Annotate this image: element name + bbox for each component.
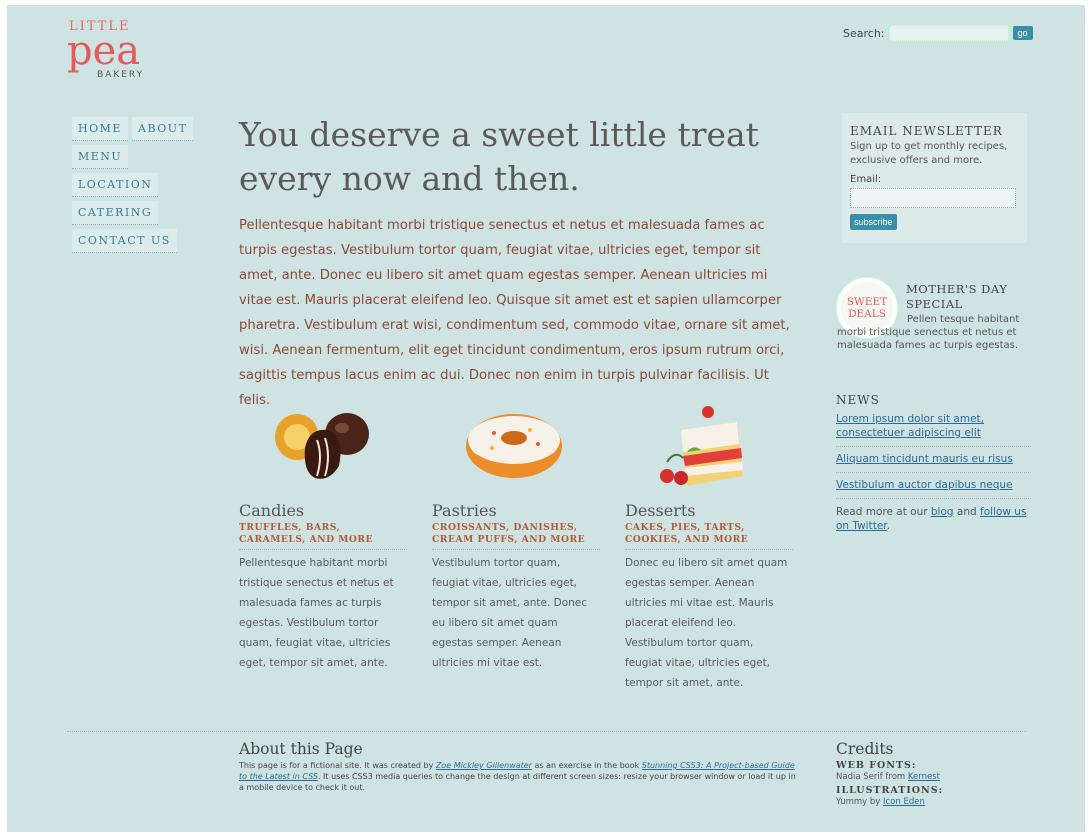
- desserts-subtitle: CAKES, PIES, TARTS, COOKIES, AND MORE: [625, 522, 793, 550]
- news-more: Read more at our blog and follow us on T…: [836, 505, 1031, 533]
- icon-eden-link[interactable]: Icon Eden: [883, 797, 925, 807]
- web-fonts-heading: WEB FONTS:: [836, 760, 917, 771]
- search-label: Search:: [843, 26, 885, 40]
- illus-text: Yummy by: [836, 797, 884, 807]
- desserts-illustration: [625, 400, 793, 495]
- nav-about[interactable]: ABOUT: [132, 117, 194, 141]
- pastries-subtitle: CROISSANTS, DANISHES, CREAM PUFFS, AND M…: [432, 522, 600, 550]
- special-title-line-1: MOTHER'S DAY: [906, 282, 1008, 296]
- news-title: NEWS: [836, 393, 880, 407]
- logo[interactable]: LITTLE pea BAKERY: [67, 19, 157, 89]
- special-title-line-2: SPECIAL: [906, 297, 963, 311]
- about-text-1: This page is for a fictional site. It wa…: [239, 761, 436, 770]
- nav-catering[interactable]: CATERING: [72, 201, 159, 225]
- about-text-2: as an exercise in the book: [531, 761, 642, 770]
- fonts-text: Nadia Serif from: [836, 772, 908, 782]
- category-desserts: Desserts CAKES, PIES, TARTS, COOKIES, AN…: [625, 400, 793, 693]
- special-title: MOTHER'S DAY SPECIAL: [906, 282, 1036, 312]
- blog-link[interactable]: blog: [931, 506, 954, 518]
- badge-line-1: SWEET: [846, 296, 888, 308]
- author-link[interactable]: Zoe Mickley Gillenwater: [436, 761, 532, 770]
- desserts-text: Donec eu libero sit amet quam egestas se…: [625, 557, 788, 689]
- search-input[interactable]: [888, 25, 1009, 41]
- candies-title: Candies: [239, 501, 305, 520]
- about-section: About this Page This page is for a ficti…: [239, 740, 799, 793]
- search-form: Search: go: [843, 25, 1033, 41]
- newsletter-title: EMAIL NEWSLETTER: [850, 124, 1003, 138]
- pastries-text: Vestibulum tortor quam, feugiat vitae, u…: [432, 557, 588, 669]
- special-text: Pellen tesque habitant morbi tristique s…: [837, 313, 1029, 352]
- about-text-3: . It uses CSS3 media queries to change t…: [239, 772, 796, 792]
- news-section: NEWS Lorem ipsum dolor sit amet, consect…: [836, 393, 1031, 533]
- kernest-link[interactable]: Kernest: [908, 772, 940, 782]
- news-link-1[interactable]: Lorem ipsum dolor sit amet, consectetuer…: [836, 407, 1031, 447]
- category-pastries: Pastries CROISSANTS, DANISHES, CREAM PUF…: [432, 400, 600, 673]
- pastries-title: Pastries: [432, 501, 497, 520]
- headline-line-1: You deserve a sweet little treat: [239, 115, 759, 154]
- search-go-button[interactable]: go: [1012, 26, 1033, 40]
- category-candies: Candies TRUFFLES, BARS, CARAMELS, AND MO…: [239, 400, 407, 673]
- main-content: You deserve a sweet little treat every n…: [239, 113, 799, 413]
- pastries-illustration: [432, 400, 600, 495]
- footer-divider: [67, 731, 1027, 732]
- about-title: About this Page: [239, 740, 363, 758]
- news-link-3[interactable]: Vestibulum auctor dapibus neque: [836, 473, 1031, 499]
- nav-location[interactable]: LOCATION: [72, 173, 159, 197]
- web-fonts-text: Nadia Serif from Kernest: [836, 772, 1031, 783]
- desserts-title: Desserts: [625, 501, 696, 520]
- nav-menu[interactable]: MENU: [72, 145, 129, 169]
- illustrations-heading: ILLUSTRATIONS:: [836, 785, 944, 796]
- credits-section: Credits WEB FONTS: Nadia Serif from Kern…: [836, 740, 1031, 808]
- logo-bakery: BAKERY: [97, 70, 145, 80]
- page-headline: You deserve a sweet little treat every n…: [239, 113, 799, 201]
- newsletter-text: Sign up to get monthly recipes, exclusiv…: [850, 141, 1008, 166]
- news-more-end: .: [886, 520, 890, 532]
- subscribe-button[interactable]: subscribe: [850, 214, 897, 230]
- nav-home[interactable]: HOME: [72, 117, 128, 141]
- candies-subtitle: TRUFFLES, BARS, CARAMELS, AND MORE: [239, 522, 407, 550]
- page: LITTLE pea BAKERY Search: go HOME ABOUT …: [7, 5, 1085, 832]
- special-text-content: Pellen tesque habitant morbi tristique s…: [837, 314, 1020, 351]
- candies-illustration: [239, 400, 407, 495]
- news-more-prefix: Read more at our: [836, 506, 931, 518]
- news-link-2[interactable]: Aliquam tincidunt mauris eu risus: [836, 447, 1031, 473]
- news-more-and: and: [953, 506, 980, 518]
- intro-paragraph: Pellentesque habitant morbi tristique se…: [239, 218, 790, 408]
- credits-title: Credits: [836, 740, 894, 758]
- nav-contact-us[interactable]: CONTACT US: [72, 229, 177, 253]
- illustrations-text: Yummy by Icon Eden: [836, 797, 1031, 808]
- email-label: Email:: [850, 174, 882, 185]
- logo-pea: pea: [67, 28, 141, 74]
- email-field[interactable]: [850, 188, 1016, 208]
- headline-line-2: every now and then.: [239, 159, 580, 198]
- about-text: This page is for a fictional site. It wa…: [239, 760, 799, 793]
- newsletter-box: EMAIL NEWSLETTER Sign up to get monthly …: [842, 113, 1027, 243]
- candies-text: Pellentesque habitant morbi tristique se…: [239, 557, 394, 669]
